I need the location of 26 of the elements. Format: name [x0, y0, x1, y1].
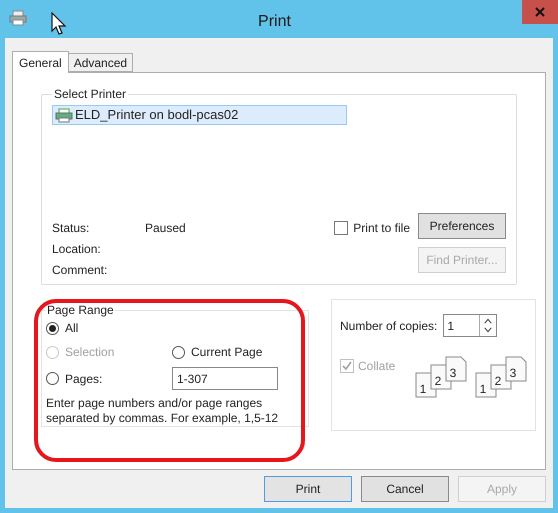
printer-icon: [9, 10, 27, 26]
copies-spinner[interactable]: 1: [443, 314, 498, 337]
pages-input[interactable]: 1-307: [172, 367, 278, 390]
tab[interactable]: Advanced: [68, 53, 134, 72]
radio-option[interactable]: Pages:: [46, 370, 172, 388]
cursor-icon: [51, 12, 67, 36]
page-range-hint: Enter page numbers and/or page ranges separated by commas. For example, 1,5-12: [46, 396, 280, 426]
group-label: Select Printer: [53, 86, 128, 103]
field-label: Location:: [52, 241, 102, 257]
field-value: Paused: [145, 220, 186, 236]
field-label: Number of copies:: [340, 318, 438, 334]
dialog-button[interactable]: Preferences: [418, 213, 506, 239]
field-label: Comment:: [52, 262, 108, 278]
print-to-file-checkbox[interactable]: Print to file: [334, 219, 410, 237]
tab[interactable]: General: [12, 51, 69, 73]
window-title: Print: [258, 12, 291, 32]
radio-option[interactable]: Current Page: [172, 343, 262, 361]
printer-icon: [55, 108, 73, 122]
radio-option[interactable]: All: [46, 319, 304, 337]
printer-list-item[interactable]: ELD_Printer on bodl-pcas02: [52, 105, 347, 125]
group-label: Page Range: [46, 302, 115, 319]
close-icon: [535, 7, 545, 17]
default-button[interactable]: Print: [264, 476, 352, 502]
field-label: Status:: [52, 220, 90, 236]
close-button[interactable]: [522, 0, 558, 24]
dialog-button[interactable]: Cancel: [361, 476, 449, 502]
